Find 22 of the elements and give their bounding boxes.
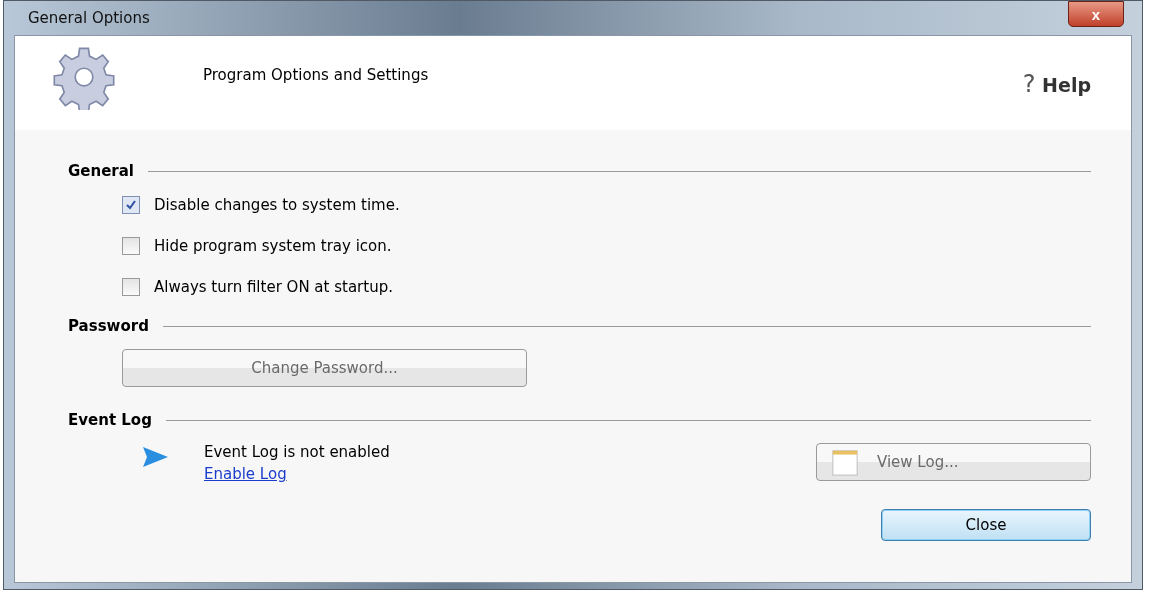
notepad-icon (831, 448, 859, 476)
close-button[interactable]: Close (881, 509, 1091, 541)
checkbox-option[interactable]: Hide program system tray icon. (122, 237, 1091, 255)
log-status: Event Log is not enabled (204, 443, 391, 461)
checkbox-option[interactable]: Always turn filter ON at startup. (122, 278, 1091, 296)
header-title: Program Options and Settings (203, 66, 430, 84)
checkbox[interactable] (122, 196, 140, 214)
section-heading: Password (68, 317, 149, 335)
close-window-button[interactable]: x (1068, 1, 1124, 27)
option-label: Hide program system tray icon. (154, 237, 392, 255)
section-heading: Event Log (68, 411, 152, 429)
option-label: Always turn filter ON at startup. (154, 278, 393, 296)
window-title: General Options (28, 9, 150, 27)
section-heading: General (68, 162, 134, 180)
checkbox[interactable] (122, 237, 140, 255)
help-button[interactable]: ? Help (1022, 70, 1091, 98)
enable-log-link[interactable]: Enable Log (204, 465, 287, 483)
checkbox[interactable] (122, 278, 140, 296)
checkbox-option[interactable]: Disable changes to system time. (122, 196, 1091, 214)
option-label: Disable changes to system time. (154, 196, 400, 214)
play-arrow-icon (140, 445, 170, 469)
check-icon (125, 199, 137, 211)
